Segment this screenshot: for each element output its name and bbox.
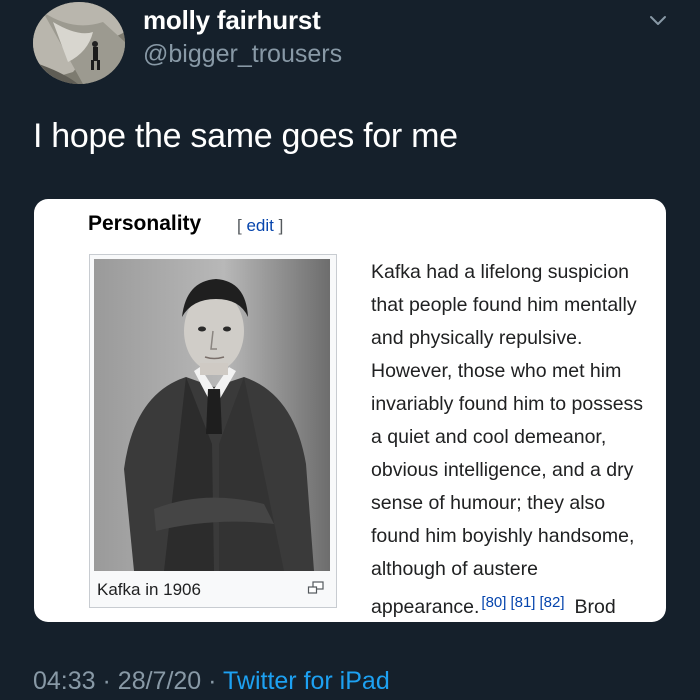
- tweet-date[interactable]: 28/7/20: [118, 667, 201, 695]
- meta-separator: ·: [102, 667, 111, 695]
- avatar[interactable]: [33, 2, 125, 84]
- trailing-text: Brod: [574, 596, 616, 618]
- last-line-text: appearance.: [371, 596, 480, 618]
- section-title: Personality: [88, 212, 202, 235]
- kafka-photo: [94, 259, 330, 571]
- paragraph-line: invariably found him to possess: [371, 393, 644, 415]
- wiki-screenshot-card[interactable]: Personality [ edit ] Kafka in 1906 Kafka…: [34, 199, 666, 622]
- paragraph-line: obvious intelligence, and a dry: [371, 459, 634, 481]
- enlarge-icon[interactable]: [307, 581, 325, 595]
- paragraph-line: and physically repulsive.: [371, 327, 583, 349]
- figure-thumbnail: Kafka in 1906: [89, 254, 337, 608]
- display-name[interactable]: molly fairhurst: [143, 5, 321, 36]
- tweet-meta: 04:33 · 28/7/20 · Twitter for iPad: [33, 667, 390, 696]
- personality-paragraph: Kafka had a lifelong suspicion that peop…: [371, 256, 663, 622]
- paragraph-line: found him boyishly handsome,: [371, 525, 635, 547]
- paragraph-line: However, those who met him: [371, 360, 622, 382]
- paragraph-line: Kafka had a lifelong suspicion: [371, 261, 630, 283]
- paragraph-last-line: appearance. [80] [81] [82] Brod: [371, 586, 663, 622]
- reference-links: [80] [81] [82]: [481, 594, 568, 611]
- edit-close-bracket: ]: [278, 216, 284, 235]
- edit-open-bracket: [: [237, 216, 242, 235]
- image-caption: Kafka in 1906: [97, 580, 201, 599]
- reference-link[interactable]: [81]: [510, 594, 535, 611]
- edit-link: [ edit ]: [237, 216, 283, 236]
- tweet-text: I hope the same goes for me: [33, 117, 458, 155]
- paragraph-line: although of austere: [371, 558, 538, 580]
- reference-link[interactable]: [82]: [539, 594, 564, 611]
- edit-label: edit: [246, 216, 274, 235]
- paragraph-line: a quiet and cool demeanor,: [371, 426, 607, 448]
- tweet: molly fairhurst @bigger_trousers I hope …: [0, 0, 700, 700]
- paragraph-line: sense of humour; they also: [371, 492, 606, 514]
- tweet-source-link[interactable]: Twitter for iPad: [223, 667, 390, 695]
- paragraph-line: that people found him mentally: [371, 294, 637, 316]
- reference-link[interactable]: [80]: [481, 594, 506, 611]
- user-handle[interactable]: @bigger_trousers: [143, 40, 342, 69]
- chevron-down-icon[interactable]: [648, 11, 668, 31]
- meta-separator: ·: [208, 667, 217, 695]
- tweet-time[interactable]: 04:33: [33, 667, 96, 695]
